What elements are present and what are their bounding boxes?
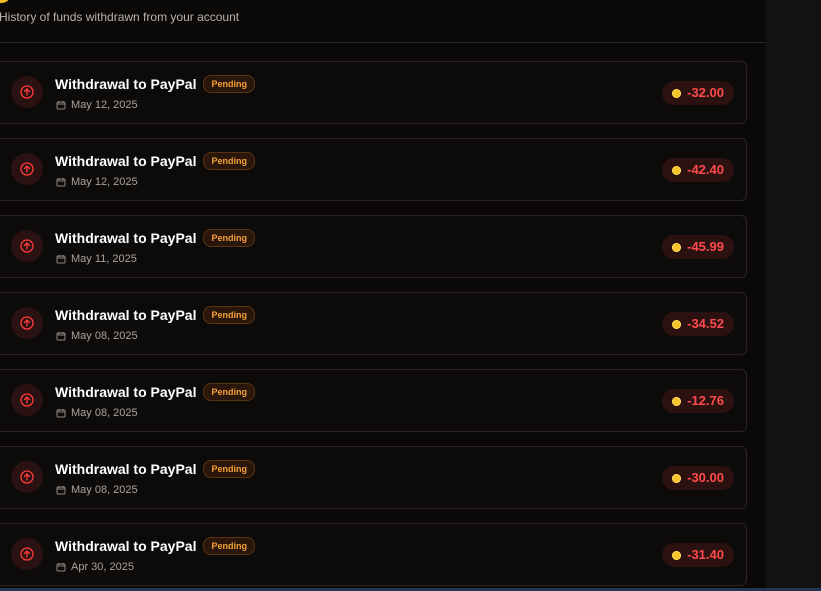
withdrawal-list-item[interactable]: Withdrawal to PayPal Pending May 12, 202… [0,138,747,201]
arrow-up-circle-icon [11,307,43,339]
coin-icon [672,396,682,406]
amount-badge: -30.00 [662,466,734,490]
withdrawal-amount: -42.40 [687,162,724,177]
status-badge: Pending [203,383,255,401]
calendar-icon [56,101,66,110]
withdrawal-list-item[interactable]: Withdrawal to PayPal Pending May 12, 202… [0,61,747,124]
coin-icon [672,242,682,252]
status-badge: Pending [203,306,255,324]
withdrawal-title: Withdrawal to PayPal [55,76,197,92]
calendar-icon [56,178,66,187]
withdrawal-history-page: History of funds withdrawn from your acc… [0,0,821,591]
arrow-up-circle-icon [11,538,43,570]
coin-icon [672,473,682,483]
calendar-icon [56,255,66,264]
amount-badge: -34.52 [662,312,734,336]
withdrawal-title: Withdrawal to PayPal [55,384,197,400]
withdrawal-title: Withdrawal to PayPal [55,461,197,477]
withdrawal-list-item[interactable]: Withdrawal to PayPal Pending Apr 30, 202… [0,523,747,586]
coin-icon [672,88,682,98]
withdrawal-title: Withdrawal to PayPal [55,153,197,169]
withdrawal-title-row: Withdrawal to PayPal Pending [55,75,255,93]
withdrawal-title-row: Withdrawal to PayPal Pending [55,306,255,324]
amount-badge: -32.00 [662,81,734,105]
withdrawal-amount: -45.99 [687,239,724,254]
amount-badge: -45.99 [662,235,734,259]
calendar-icon [56,409,66,418]
withdrawal-amount: -12.76 [687,393,724,408]
withdrawal-list: Withdrawal to PayPal Pending May 12, 202… [0,61,747,591]
scroll-rail[interactable] [766,0,821,591]
withdrawal-history-subtitle: History of funds withdrawn from your acc… [0,10,240,24]
coin-icon [672,319,682,329]
withdrawal-title-row: Withdrawal to PayPal Pending [55,537,255,555]
amount-badge: -12.76 [662,389,734,413]
withdrawal-date: May 08, 2025 [71,484,138,496]
calendar-icon [56,563,66,572]
header-divider [0,42,766,43]
withdrawal-date-row: May 08, 2025 [56,330,138,342]
withdrawal-title-row: Withdrawal to PayPal Pending [55,229,255,247]
status-badge: Pending [203,460,255,478]
status-badge: Pending [203,75,255,93]
withdrawal-title-row: Withdrawal to PayPal Pending [55,152,255,170]
withdrawal-date: May 12, 2025 [71,176,138,188]
withdrawal-amount: -31.40 [687,547,724,562]
arrow-up-circle-icon [11,76,43,108]
header-coin-icon [0,0,9,3]
coin-icon [672,165,682,175]
amount-badge: -42.40 [662,158,734,182]
withdrawal-title: Withdrawal to PayPal [55,538,197,554]
withdrawal-list-item[interactable]: Withdrawal to PayPal Pending May 08, 202… [0,446,747,509]
withdrawal-title: Withdrawal to PayPal [55,307,197,323]
withdrawal-title-row: Withdrawal to PayPal Pending [55,460,255,478]
coin-icon [672,550,682,560]
withdrawal-amount: -30.00 [687,470,724,485]
withdrawal-date-row: May 12, 2025 [56,176,138,188]
withdrawal-list-item[interactable]: Withdrawal to PayPal Pending May 08, 202… [0,369,747,432]
calendar-icon [56,332,66,341]
status-badge: Pending [203,152,255,170]
withdrawal-date-row: May 08, 2025 [56,407,138,419]
withdrawal-date: May 12, 2025 [71,99,138,111]
withdrawal-amount: -34.52 [687,316,724,331]
status-badge: Pending [203,229,255,247]
status-badge: Pending [203,537,255,555]
withdrawal-date-row: Apr 30, 2025 [56,561,134,573]
withdrawal-date-row: May 08, 2025 [56,484,138,496]
withdrawal-title-row: Withdrawal to PayPal Pending [55,383,255,401]
withdrawal-amount: -32.00 [687,85,724,100]
withdrawal-date: Apr 30, 2025 [71,561,134,573]
amount-badge: -31.40 [662,543,734,567]
arrow-up-circle-icon [11,230,43,262]
withdrawal-date: May 08, 2025 [71,407,138,419]
withdrawal-date: May 08, 2025 [71,330,138,342]
withdrawal-date-row: May 12, 2025 [56,99,138,111]
arrow-up-circle-icon [11,384,43,416]
withdrawal-date: May 11, 2025 [71,253,137,265]
withdrawal-title: Withdrawal to PayPal [55,230,197,246]
withdrawal-list-item[interactable]: Withdrawal to PayPal Pending May 08, 202… [0,292,747,355]
arrow-up-circle-icon [11,153,43,185]
calendar-icon [56,486,66,495]
withdrawal-date-row: May 11, 2025 [56,253,137,265]
arrow-up-circle-icon [11,461,43,493]
withdrawal-list-item[interactable]: Withdrawal to PayPal Pending May 11, 202… [0,215,747,278]
